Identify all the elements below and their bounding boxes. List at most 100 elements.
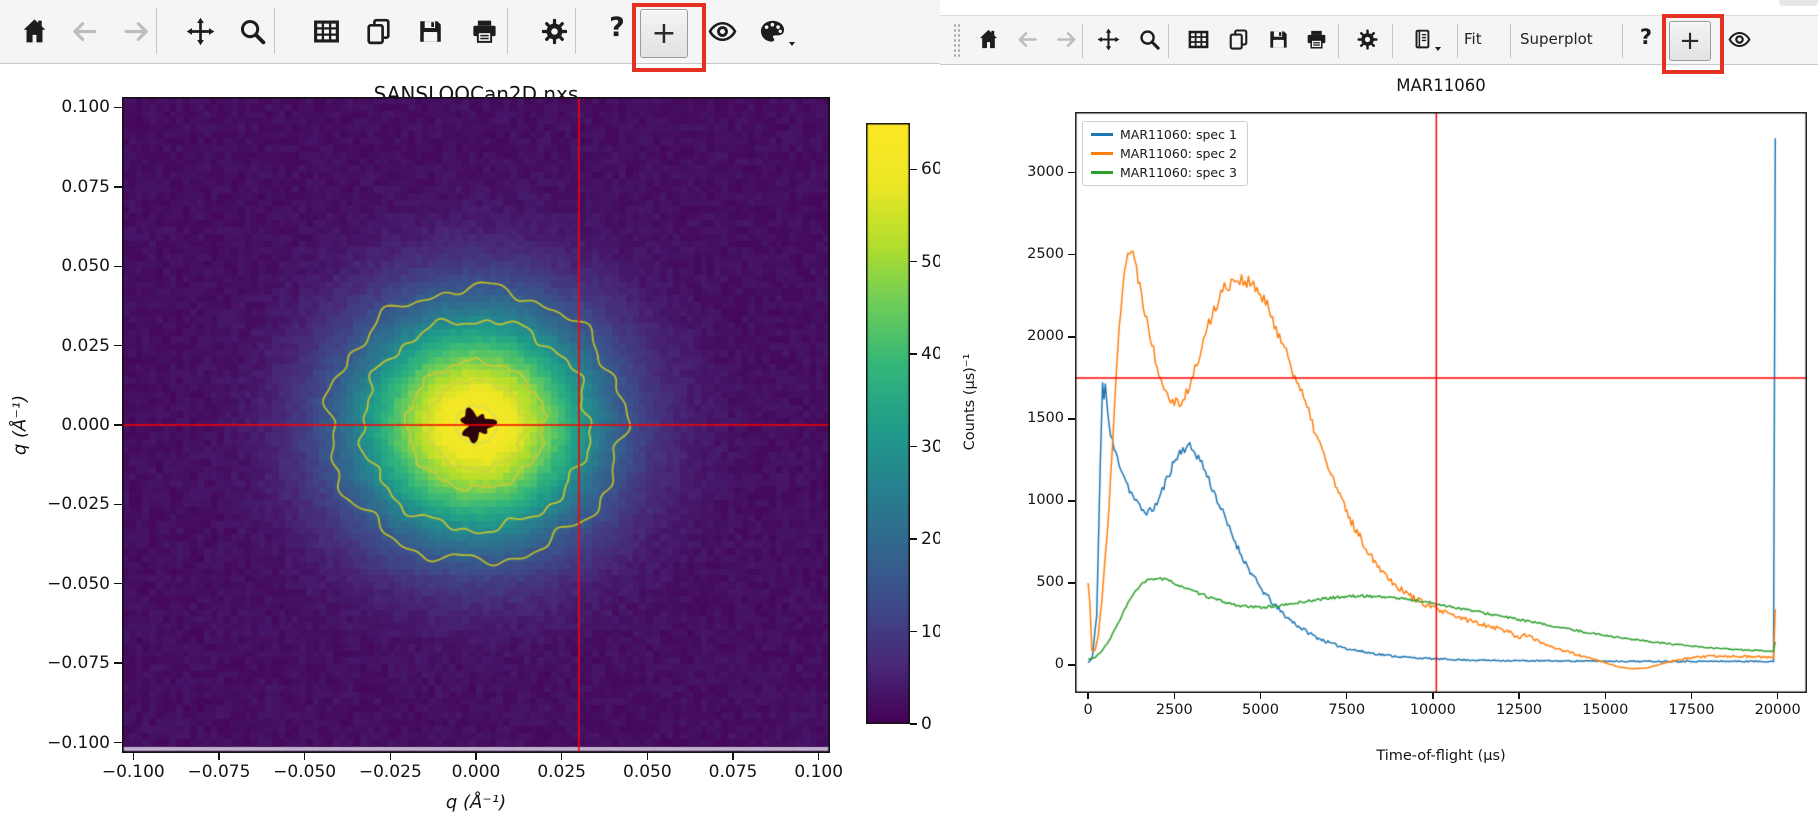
- customize-button[interactable]: [1356, 28, 1379, 51]
- pan-icon: [186, 17, 215, 46]
- y-tick-mark: [114, 742, 122, 743]
- superplot-button[interactable]: Superplot: [1520, 30, 1593, 48]
- colorbar-canvas[interactable]: [866, 123, 910, 724]
- add-subplot-button[interactable]: +: [1669, 21, 1711, 61]
- legend-label: MAR11060: spec 2: [1120, 146, 1237, 161]
- x-tick-label: 5000: [1220, 702, 1300, 718]
- x-tick-label: 2500: [1134, 702, 1214, 718]
- back-button[interactable]: [70, 17, 99, 46]
- zoom-button[interactable]: [238, 17, 267, 46]
- toggle-visibility-icon: [1728, 28, 1751, 51]
- dropdown-caret-icon: [789, 42, 795, 46]
- y-tick-label: 0.100: [40, 97, 110, 117]
- zoom-button[interactable]: [1138, 28, 1161, 51]
- toggle-visibility-button[interactable]: [1728, 28, 1751, 51]
- mar11060-plot-window: FitSuperplot?+ MAR11060 MAR11060: spec 1…: [940, 0, 1818, 835]
- copy-icon: [1227, 28, 1250, 51]
- copy-icon: [364, 17, 393, 46]
- y-tick-mark: [114, 186, 122, 187]
- grid-button[interactable]: [1187, 28, 1210, 51]
- legend-item: MAR11060: spec 3: [1091, 165, 1237, 180]
- pan-button[interactable]: [186, 17, 215, 46]
- save-button[interactable]: [1267, 28, 1290, 51]
- y-tick-label: 0.000: [40, 415, 110, 435]
- window-titlebar-fragment: [1779, 0, 1818, 6]
- forward-button[interactable]: [1055, 28, 1078, 51]
- heatmap-plot-canvas[interactable]: [122, 97, 830, 753]
- generate-script-button[interactable]: [1410, 28, 1433, 51]
- toggle-visibility-icon: [708, 17, 737, 46]
- back-button[interactable]: [1016, 28, 1039, 51]
- x-tick-mark: [133, 753, 134, 760]
- home-button[interactable]: [977, 28, 1000, 51]
- x-tick-label: −0.025: [345, 762, 435, 782]
- toolbar-separator: [1457, 24, 1458, 58]
- zoom-icon: [1138, 28, 1161, 51]
- grid-button[interactable]: [312, 17, 341, 46]
- line-plot-canvas[interactable]: [1075, 112, 1807, 693]
- forward-icon: [1055, 28, 1078, 51]
- generate-script-icon: [1410, 28, 1433, 51]
- y-tick-mark: [114, 424, 122, 425]
- y-axis-label: q (Å⁻¹): [10, 395, 31, 455]
- colormap-button[interactable]: [758, 17, 787, 46]
- y-tick-label: 0.050: [40, 256, 110, 276]
- y-tick-label: 3000: [1008, 164, 1064, 180]
- toggle-visibility-button[interactable]: [708, 17, 737, 46]
- y-tick-label: 2000: [1008, 328, 1064, 344]
- save-button[interactable]: [416, 17, 445, 46]
- x-tick-mark: [647, 753, 648, 760]
- grid-icon: [1187, 28, 1210, 51]
- x-tick-label: 12500: [1479, 702, 1559, 718]
- y-tick-label: 0.075: [40, 177, 110, 197]
- y-tick-label: 1000: [1008, 492, 1064, 508]
- grid-icon: [312, 17, 341, 46]
- x-tick-label: 0.050: [602, 762, 692, 782]
- add-subplot-button[interactable]: +: [640, 9, 688, 58]
- save-icon: [416, 17, 445, 46]
- help-button[interactable]: ?: [1635, 25, 1657, 49]
- print-button[interactable]: [470, 17, 499, 46]
- plot-legend[interactable]: MAR11060: spec 1 MAR11060: spec 2 MAR11060…: [1082, 121, 1248, 186]
- dropdown-caret-icon: [1435, 47, 1441, 51]
- x-tick-mark: [1346, 693, 1347, 699]
- toolbar-separator: [1338, 24, 1339, 58]
- x-tick-mark: [304, 753, 305, 760]
- x-tick-mark: [1260, 693, 1261, 699]
- y-tick-label: 0: [1008, 656, 1064, 672]
- x-axis-label: q (Å⁻¹): [122, 792, 830, 813]
- print-button[interactable]: [1305, 28, 1328, 51]
- figure-toolbar: Fit Superplot? +: [940, 15, 1818, 65]
- customize-button[interactable]: [540, 17, 569, 46]
- pan-button[interactable]: [1097, 28, 1120, 51]
- x-tick-label: −0.050: [260, 762, 350, 782]
- fit-button[interactable]: Fit: [1464, 30, 1482, 48]
- toolbar-separator: [1622, 24, 1623, 58]
- x-tick-mark: [561, 753, 562, 760]
- copy-button[interactable]: [1227, 28, 1250, 51]
- toolbar-separator: [1168, 24, 1169, 58]
- x-tick-label: 15000: [1565, 702, 1645, 718]
- x-tick-label: 0.100: [774, 762, 864, 782]
- y-tick-mark: [114, 345, 122, 346]
- colorbar-tick-mark: [910, 631, 917, 632]
- toolbar-drag-handle[interactable]: [953, 23, 960, 57]
- y-tick-label: 2500: [1008, 246, 1064, 262]
- y-tick-mark: [1068, 418, 1075, 419]
- home-button[interactable]: [20, 17, 49, 46]
- back-icon: [1016, 28, 1039, 51]
- legend-line-swatch: [1091, 152, 1113, 155]
- help-button[interactable]: ?: [606, 12, 628, 43]
- x-tick-mark: [475, 753, 476, 760]
- x-tick-label: 0: [1048, 702, 1128, 718]
- forward-button[interactable]: [122, 17, 151, 46]
- y-tick-label: 500: [1008, 574, 1064, 590]
- legend-item: MAR11060: spec 1: [1091, 127, 1237, 142]
- legend-item: MAR11060: spec 2: [1091, 146, 1237, 161]
- print-icon: [1305, 28, 1328, 51]
- customize-icon: [1356, 28, 1379, 51]
- legend-label: MAR11060: spec 1: [1120, 127, 1237, 142]
- figure-toolbar: ?+: [0, 0, 940, 64]
- copy-button[interactable]: [364, 17, 393, 46]
- x-tick-mark: [1087, 693, 1088, 699]
